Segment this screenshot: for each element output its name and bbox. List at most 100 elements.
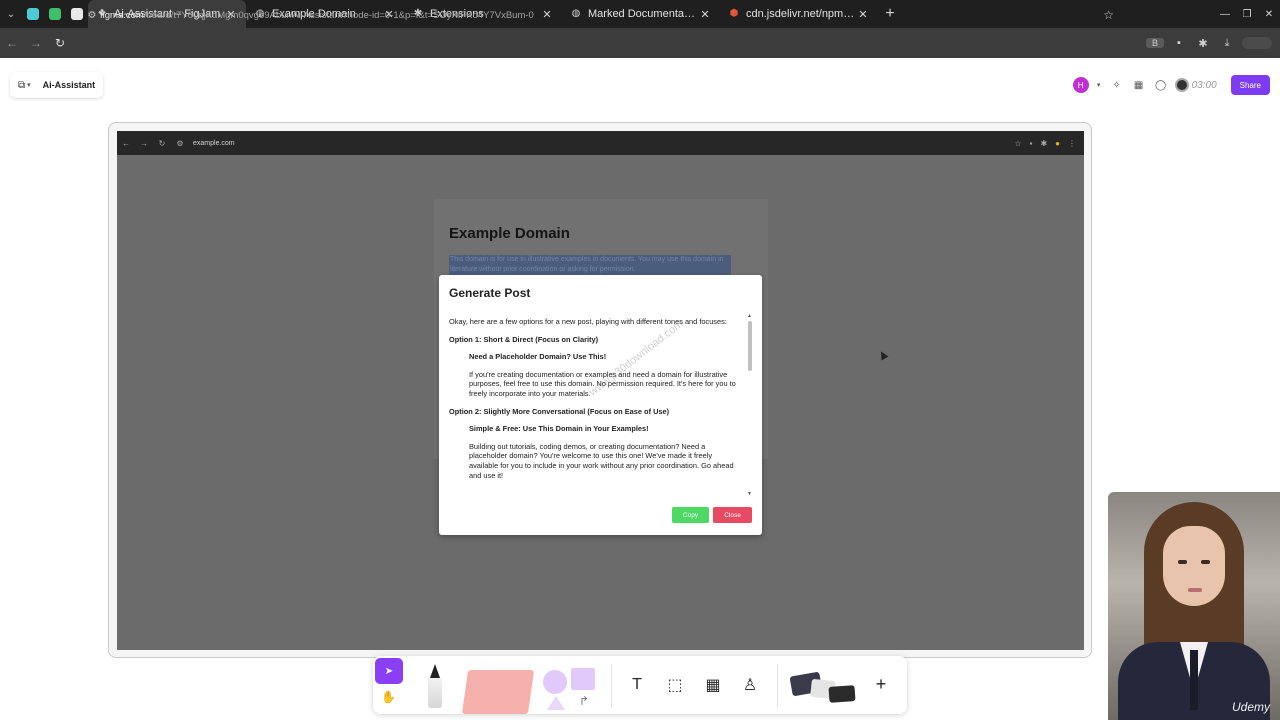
- embedded-toolbar-icons: ☆ ▪ ✱ ● ⋮: [1014, 139, 1084, 148]
- modal-scrollbar[interactable]: ▲ ▼: [747, 313, 752, 497]
- embedded-screenshot: ← → ↻ ⚙ example.com ☆ ▪ ✱ ● ⋮ Example Do…: [117, 131, 1084, 650]
- url-host: figma.com: [100, 9, 144, 21]
- webcam-overlay: Udemy: [1108, 492, 1280, 720]
- marker-tool-icon[interactable]: [425, 664, 445, 710]
- generate-post-modal: Generate Post Okay, here are a few optio…: [439, 275, 762, 535]
- pinned-tab-icon: [71, 8, 83, 20]
- stamp-tool-icon[interactable]: ♙: [738, 674, 762, 696]
- toolbar-divider: [611, 664, 612, 708]
- address-bar[interactable]: ⚙ figma.com/board/t7Y60qjKdMgm0qvgo9Abur…: [84, 4, 1120, 26]
- bookmark-star-icon[interactable]: ☆: [1103, 8, 1120, 22]
- layout-icon[interactable]: ▦: [1131, 80, 1147, 91]
- option-body: Building out tutorials, coding demos, or…: [469, 441, 734, 480]
- back-icon[interactable]: ←: [0, 36, 24, 50]
- template-thumb: [828, 685, 856, 703]
- embedded-url: example.com: [193, 139, 235, 147]
- pinned-tab-2[interactable]: [45, 4, 65, 24]
- toolbar-divider: [777, 664, 778, 708]
- hand-tool-icon[interactable]: ✋: [381, 690, 396, 704]
- reload-icon: ↻: [158, 138, 166, 148]
- presenter-tie: [1190, 650, 1198, 710]
- option-body: If you're creating documentation or exam…: [469, 369, 736, 398]
- reload-icon[interactable]: ↻: [48, 36, 72, 50]
- marker-tip: [430, 664, 440, 678]
- site-info-icon[interactable]: ⚙: [84, 10, 100, 21]
- scroll-up-icon[interactable]: ▲: [747, 313, 752, 319]
- udemy-logo: Udemy: [1231, 700, 1270, 714]
- comment-icon[interactable]: ◯: [1153, 80, 1169, 91]
- bookmark-star-icon: ☆: [1014, 138, 1022, 148]
- browser-toolbar-actions: B ▪ ✱ ⤓: [1146, 28, 1272, 58]
- figjam-toolbar: ➤ ✋ ↱ T ⬚ ▦ ♙ +: [373, 656, 907, 714]
- modal-intro: Okay, here are a few options for a new p…: [449, 317, 727, 326]
- timer-icon: [1174, 78, 1189, 92]
- close-window-icon[interactable]: ✕: [1258, 9, 1280, 20]
- timer[interactable]: 03:00: [1174, 78, 1217, 92]
- triangle-shape-tool[interactable]: [547, 696, 565, 710]
- extension-icon: ▪: [1029, 138, 1033, 148]
- copy-button[interactable]: Copy: [672, 507, 709, 523]
- ai-sparkle-icon[interactable]: ✧: [1109, 80, 1125, 91]
- puzzle-icon: ✱: [1040, 138, 1048, 148]
- window-controls: — ❐ ✕: [1214, 0, 1280, 28]
- marker-barrel: [428, 678, 442, 708]
- file-name: Ai-Assistant: [42, 80, 96, 90]
- table-tool-icon[interactable]: ▦: [701, 674, 725, 696]
- chevron-down-icon[interactable]: ▾: [1095, 81, 1103, 89]
- presenter-eye: [1178, 560, 1187, 564]
- pinned-tab-1[interactable]: [23, 4, 43, 24]
- mic-icon: ●: [1055, 138, 1060, 148]
- more-tools-icon[interactable]: +: [869, 672, 893, 696]
- section-tool-icon[interactable]: ⬚: [663, 674, 687, 696]
- figjam-canvas[interactable]: ← → ↻ ⚙ example.com ☆ ▪ ✱ ● ⋮ Example Do…: [0, 112, 1280, 720]
- sticky-note-tool[interactable]: [461, 670, 535, 714]
- extension-b-icon[interactable]: B: [1146, 38, 1164, 48]
- modal-body[interactable]: Okay, here are a few options for a new p…: [449, 317, 741, 497]
- figjam-logo-icon: ⧉: [18, 79, 26, 91]
- timer-value: 03:00: [1191, 79, 1217, 91]
- puzzle-icon[interactable]: ✱: [1194, 37, 1212, 50]
- option-subheading: Need a Placeholder Domain? Use This!: [469, 352, 607, 362]
- profile-avatar[interactable]: [1242, 37, 1272, 49]
- figjam-header: ⧉ ▾ Ai-Assistant H ▾ ✧ ▦ ◯ 03:00 Share: [0, 58, 1280, 112]
- forward-icon[interactable]: →: [24, 36, 48, 50]
- presenter-face: [1163, 526, 1225, 606]
- pinned-tab-icon: [27, 8, 39, 20]
- file-menu[interactable]: ⧉ ▾ Ai-Assistant: [10, 72, 104, 98]
- presenter-lips: [1188, 588, 1202, 592]
- avatar[interactable]: H: [1072, 77, 1089, 93]
- option-heading: Option 2: Slightly More Conversational (…: [449, 406, 670, 416]
- scroll-thumb[interactable]: [747, 321, 752, 371]
- example-page-highlight: This domain is for use in illustrative e…: [449, 255, 731, 275]
- embedded-browser-bar: ← → ↻ ⚙ example.com ☆ ▪ ✱ ● ⋮: [117, 131, 1084, 155]
- scroll-down-icon[interactable]: ▼: [747, 491, 752, 497]
- example-page-title: Example Domain: [449, 225, 570, 242]
- download-icon[interactable]: ⤓: [1218, 37, 1236, 50]
- tab-search-icon[interactable]: ⌄: [0, 0, 22, 28]
- back-icon: ←: [122, 138, 130, 148]
- figjam-header-actions: H ▾ ✧ ▦ ◯ 03:00 Share: [1072, 72, 1270, 98]
- browser-toolbar: ← → ↻: [0, 28, 1280, 58]
- extension-icon[interactable]: ▪: [1170, 37, 1188, 49]
- connector-tool-icon[interactable]: ↱: [579, 694, 589, 708]
- url-path: /board/t7Y60qjKdMgm0qvgo9Abur/Ai-Assista…: [143, 9, 534, 21]
- select-tool-icon[interactable]: ➤: [375, 658, 403, 684]
- option-subheading: Simple & Free: Use This Domain in Your E…: [469, 424, 649, 434]
- share-button[interactable]: Share: [1230, 75, 1270, 95]
- forward-icon: →: [140, 138, 148, 148]
- chevron-down-icon: ▾: [27, 82, 31, 89]
- presenter-eye: [1201, 560, 1210, 564]
- restore-icon[interactable]: ❐: [1236, 9, 1258, 20]
- option-heading: Option 1: Short & Direct (Focus on Clari…: [449, 334, 599, 344]
- close-button[interactable]: Close: [713, 507, 752, 523]
- pinned-tab-icon: [49, 8, 61, 20]
- text-tool-icon[interactable]: T: [625, 674, 649, 696]
- modal-title: Generate Post: [449, 286, 531, 300]
- templates-tool[interactable]: [789, 670, 859, 708]
- circle-shape-tool[interactable]: [543, 670, 567, 694]
- canvas-section[interactable]: ← → ↻ ⚙ example.com ☆ ▪ ✱ ● ⋮ Example Do…: [108, 122, 1092, 658]
- minimize-icon[interactable]: —: [1214, 9, 1236, 20]
- square-shape-tool[interactable]: [571, 668, 595, 690]
- menu-icon: ⋮: [1068, 138, 1076, 148]
- site-info-icon: ⚙: [176, 138, 184, 148]
